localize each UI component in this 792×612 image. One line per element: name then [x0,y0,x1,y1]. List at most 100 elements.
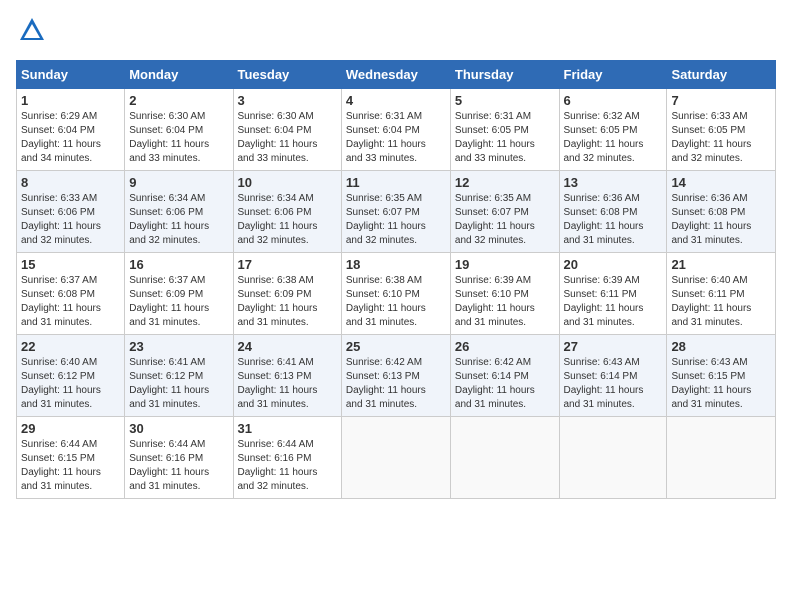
day-cell: 9 Sunrise: 6:34 AMSunset: 6:06 PMDayligh… [125,171,233,253]
day-number: 17 [238,257,337,272]
day-info: Sunrise: 6:41 AMSunset: 6:12 PMDaylight:… [129,357,209,410]
day-info: Sunrise: 6:31 AMSunset: 6:04 PMDaylight:… [346,111,426,164]
day-cell [450,417,559,499]
day-cell [667,417,776,499]
day-cell: 2 Sunrise: 6:30 AMSunset: 6:04 PMDayligh… [125,89,233,171]
day-number: 23 [129,339,228,354]
day-info: Sunrise: 6:39 AMSunset: 6:11 PMDaylight:… [564,275,644,328]
day-number: 16 [129,257,228,272]
day-info: Sunrise: 6:43 AMSunset: 6:14 PMDaylight:… [564,357,644,410]
day-number: 7 [671,93,771,108]
day-number: 25 [346,339,446,354]
day-info: Sunrise: 6:40 AMSunset: 6:11 PMDaylight:… [671,275,751,328]
week-row-4: 22 Sunrise: 6:40 AMSunset: 6:12 PMDaylig… [17,335,776,417]
day-cell: 25 Sunrise: 6:42 AMSunset: 6:13 PMDaylig… [341,335,450,417]
col-header-wednesday: Wednesday [341,61,450,89]
day-cell: 29 Sunrise: 6:44 AMSunset: 6:15 PMDaylig… [17,417,125,499]
day-number: 28 [671,339,771,354]
day-info: Sunrise: 6:39 AMSunset: 6:10 PMDaylight:… [455,275,535,328]
day-cell: 6 Sunrise: 6:32 AMSunset: 6:05 PMDayligh… [559,89,667,171]
day-cell: 26 Sunrise: 6:42 AMSunset: 6:14 PMDaylig… [450,335,559,417]
day-info: Sunrise: 6:43 AMSunset: 6:15 PMDaylight:… [671,357,751,410]
day-number: 31 [238,421,337,436]
day-number: 11 [346,175,446,190]
col-header-tuesday: Tuesday [233,61,341,89]
day-info: Sunrise: 6:37 AMSunset: 6:09 PMDaylight:… [129,275,209,328]
day-cell [559,417,667,499]
day-cell: 5 Sunrise: 6:31 AMSunset: 6:05 PMDayligh… [450,89,559,171]
day-cell: 11 Sunrise: 6:35 AMSunset: 6:07 PMDaylig… [341,171,450,253]
day-info: Sunrise: 6:30 AMSunset: 6:04 PMDaylight:… [238,111,318,164]
day-info: Sunrise: 6:35 AMSunset: 6:07 PMDaylight:… [346,193,426,246]
day-cell: 12 Sunrise: 6:35 AMSunset: 6:07 PMDaylig… [450,171,559,253]
day-cell: 20 Sunrise: 6:39 AMSunset: 6:11 PMDaylig… [559,253,667,335]
day-cell: 17 Sunrise: 6:38 AMSunset: 6:09 PMDaylig… [233,253,341,335]
day-cell: 30 Sunrise: 6:44 AMSunset: 6:16 PMDaylig… [125,417,233,499]
day-cell: 19 Sunrise: 6:39 AMSunset: 6:10 PMDaylig… [450,253,559,335]
week-row-1: 1 Sunrise: 6:29 AMSunset: 6:04 PMDayligh… [17,89,776,171]
day-number: 3 [238,93,337,108]
day-cell [341,417,450,499]
day-number: 19 [455,257,555,272]
week-row-3: 15 Sunrise: 6:37 AMSunset: 6:08 PMDaylig… [17,253,776,335]
day-cell: 16 Sunrise: 6:37 AMSunset: 6:09 PMDaylig… [125,253,233,335]
day-info: Sunrise: 6:31 AMSunset: 6:05 PMDaylight:… [455,111,535,164]
day-number: 4 [346,93,446,108]
day-cell: 23 Sunrise: 6:41 AMSunset: 6:12 PMDaylig… [125,335,233,417]
col-header-sunday: Sunday [17,61,125,89]
day-number: 30 [129,421,228,436]
day-info: Sunrise: 6:34 AMSunset: 6:06 PMDaylight:… [129,193,209,246]
day-number: 20 [564,257,663,272]
calendar-header-row: SundayMondayTuesdayWednesdayThursdayFrid… [17,61,776,89]
day-number: 13 [564,175,663,190]
day-info: Sunrise: 6:38 AMSunset: 6:09 PMDaylight:… [238,275,318,328]
day-number: 9 [129,175,228,190]
day-cell: 14 Sunrise: 6:36 AMSunset: 6:08 PMDaylig… [667,171,776,253]
day-number: 29 [21,421,120,436]
week-row-5: 29 Sunrise: 6:44 AMSunset: 6:15 PMDaylig… [17,417,776,499]
day-cell: 10 Sunrise: 6:34 AMSunset: 6:06 PMDaylig… [233,171,341,253]
day-info: Sunrise: 6:33 AMSunset: 6:06 PMDaylight:… [21,193,101,246]
day-cell: 7 Sunrise: 6:33 AMSunset: 6:05 PMDayligh… [667,89,776,171]
day-cell: 13 Sunrise: 6:36 AMSunset: 6:08 PMDaylig… [559,171,667,253]
day-number: 27 [564,339,663,354]
day-info: Sunrise: 6:34 AMSunset: 6:06 PMDaylight:… [238,193,318,246]
day-info: Sunrise: 6:40 AMSunset: 6:12 PMDaylight:… [21,357,101,410]
day-cell: 21 Sunrise: 6:40 AMSunset: 6:11 PMDaylig… [667,253,776,335]
day-cell: 1 Sunrise: 6:29 AMSunset: 6:04 PMDayligh… [17,89,125,171]
day-info: Sunrise: 6:29 AMSunset: 6:04 PMDaylight:… [21,111,101,164]
day-info: Sunrise: 6:30 AMSunset: 6:04 PMDaylight:… [129,111,209,164]
week-row-2: 8 Sunrise: 6:33 AMSunset: 6:06 PMDayligh… [17,171,776,253]
logo-icon [18,16,46,44]
page-header [16,16,776,50]
day-cell: 8 Sunrise: 6:33 AMSunset: 6:06 PMDayligh… [17,171,125,253]
day-cell: 24 Sunrise: 6:41 AMSunset: 6:13 PMDaylig… [233,335,341,417]
day-number: 15 [21,257,120,272]
day-number: 24 [238,339,337,354]
day-info: Sunrise: 6:44 AMSunset: 6:16 PMDaylight:… [238,439,318,492]
day-info: Sunrise: 6:36 AMSunset: 6:08 PMDaylight:… [564,193,644,246]
day-cell: 3 Sunrise: 6:30 AMSunset: 6:04 PMDayligh… [233,89,341,171]
day-cell: 22 Sunrise: 6:40 AMSunset: 6:12 PMDaylig… [17,335,125,417]
day-info: Sunrise: 6:33 AMSunset: 6:05 PMDaylight:… [671,111,751,164]
day-number: 8 [21,175,120,190]
col-header-saturday: Saturday [667,61,776,89]
day-number: 10 [238,175,337,190]
day-cell: 28 Sunrise: 6:43 AMSunset: 6:15 PMDaylig… [667,335,776,417]
day-number: 18 [346,257,446,272]
logo-text [16,16,46,50]
day-number: 14 [671,175,771,190]
day-number: 26 [455,339,555,354]
day-info: Sunrise: 6:35 AMSunset: 6:07 PMDaylight:… [455,193,535,246]
day-cell: 18 Sunrise: 6:38 AMSunset: 6:10 PMDaylig… [341,253,450,335]
day-cell: 15 Sunrise: 6:37 AMSunset: 6:08 PMDaylig… [17,253,125,335]
day-info: Sunrise: 6:38 AMSunset: 6:10 PMDaylight:… [346,275,426,328]
day-number: 5 [455,93,555,108]
day-info: Sunrise: 6:36 AMSunset: 6:08 PMDaylight:… [671,193,751,246]
col-header-thursday: Thursday [450,61,559,89]
day-info: Sunrise: 6:44 AMSunset: 6:16 PMDaylight:… [129,439,209,492]
day-info: Sunrise: 6:42 AMSunset: 6:14 PMDaylight:… [455,357,535,410]
day-number: 2 [129,93,228,108]
day-info: Sunrise: 6:44 AMSunset: 6:15 PMDaylight:… [21,439,101,492]
col-header-monday: Monday [125,61,233,89]
